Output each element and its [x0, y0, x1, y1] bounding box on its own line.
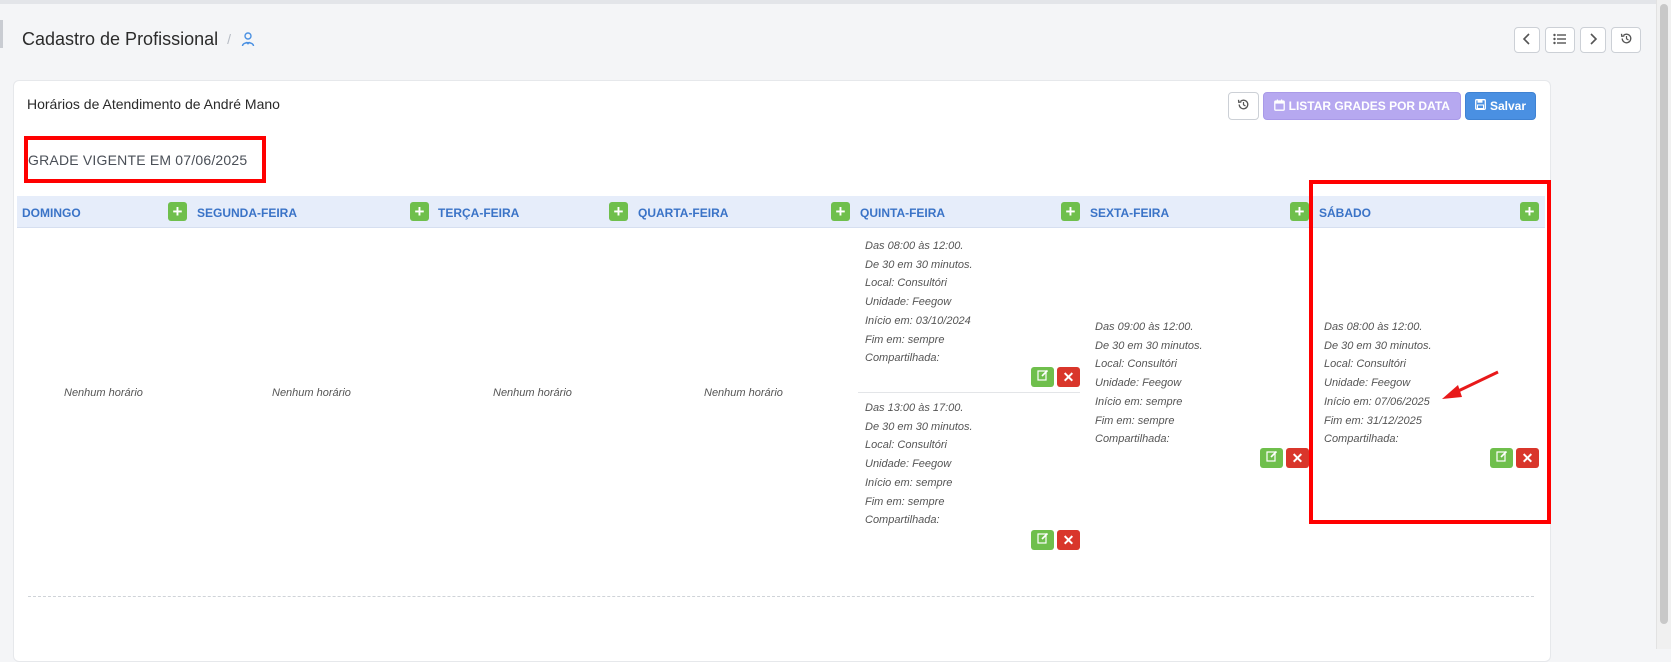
add-slot-button-quinta[interactable]: +	[1061, 202, 1080, 221]
slot-unit: Unidade: Feegow	[865, 296, 952, 309]
slot-shared: Compartilhada:	[1095, 433, 1170, 446]
day-header-quarta: QUARTA-FEIRA	[638, 206, 729, 220]
breadcrumb-separator: /	[227, 31, 231, 47]
history-button[interactable]	[1227, 92, 1259, 120]
save-icon	[1475, 99, 1486, 113]
slot-shared: Compartilhada:	[865, 514, 940, 527]
delete-slot-button[interactable]: ✕	[1057, 367, 1080, 387]
panel-actions: LISTAR GRADES POR DATA Salvar	[1227, 92, 1536, 120]
day-header-sexta: SEXTA-FEIRA	[1090, 206, 1170, 220]
slot-location: Local: Consultóri	[865, 277, 947, 290]
scrollbar[interactable]	[1656, 0, 1671, 649]
previous-button[interactable]	[1514, 27, 1540, 53]
save-button[interactable]: Salvar	[1464, 92, 1536, 120]
save-label: Salvar	[1489, 99, 1526, 113]
highlight-box-grade	[24, 136, 266, 183]
day-header-quinta: QUINTA-FEIRA	[860, 206, 946, 220]
slot-time: Das 09:00 às 12:00.	[1095, 321, 1194, 333]
schedule-slot: Das 13:00 às 17:00. De 30 em 30 minutos.…	[865, 399, 973, 530]
slot-shared: Compartilhada:	[865, 352, 940, 365]
page-header: Cadastro de Profissional /	[22, 26, 256, 52]
list-icon	[1553, 32, 1567, 48]
edit-slot-button[interactable]	[1260, 448, 1283, 468]
slot-interval: De 30 em 30 minutos.	[1095, 339, 1203, 352]
slot-unit: Unidade: Feegow	[1095, 377, 1182, 390]
slot-unit: Unidade: Feegow	[865, 458, 952, 471]
next-button[interactable]	[1580, 27, 1606, 53]
empty-slot-text: Nenhum horário	[64, 387, 143, 399]
list-button[interactable]	[1545, 27, 1575, 53]
chevron-left-icon	[1522, 32, 1532, 48]
empty-slot-text: Nenhum horário	[493, 387, 572, 399]
day-header-domingo: DOMINGO	[22, 206, 81, 220]
divider	[28, 596, 1534, 597]
page-title: Cadastro de Profissional	[22, 28, 219, 49]
history-button[interactable]	[1611, 27, 1641, 53]
schedule-slot: Das 08:00 às 12:00. De 30 em 30 minutos.…	[865, 237, 973, 368]
edit-icon	[1036, 368, 1049, 386]
edit-slot-button[interactable]	[1031, 530, 1054, 550]
day-header-terca: TERÇA-FEIRA	[438, 206, 520, 220]
slot-divider	[858, 392, 1080, 393]
annotation-arrow-icon	[1442, 370, 1499, 399]
slot-start: Início em: sempre	[1095, 395, 1183, 408]
add-slot-button-segunda[interactable]: +	[410, 202, 429, 221]
slot-start: Início em: 03/10/2024	[865, 314, 971, 327]
highlight-box-sabado	[1309, 180, 1551, 524]
user-doctor-icon[interactable]	[240, 31, 256, 47]
slot-location: Local: Consultóri	[1095, 358, 1177, 371]
calendar-icon	[1273, 99, 1285, 114]
slot-end: Fim em: sempre	[1095, 414, 1175, 427]
delete-slot-button[interactable]: ✕	[1286, 448, 1309, 468]
schedule-slot: Das 09:00 às 12:00. De 30 em 30 minutos.…	[1095, 318, 1203, 449]
slot-interval: De 30 em 30 minutos.	[865, 420, 973, 433]
scrollbar-thumb[interactable]	[1660, 4, 1668, 624]
slot-time: Das 08:00 às 12:00.	[865, 240, 964, 252]
panel-title: Horários de Atendimento de André Mano	[27, 96, 280, 112]
empty-slot-text: Nenhum horário	[272, 387, 351, 399]
list-grades-label: LISTAR GRADES POR DATA	[1288, 99, 1450, 113]
add-slot-button-domingo[interactable]: +	[168, 202, 187, 221]
add-slot-button-sexta[interactable]: +	[1290, 202, 1309, 221]
history-icon	[1620, 32, 1633, 48]
add-slot-button-terca[interactable]: +	[609, 202, 628, 221]
day-header-segunda: SEGUNDA-FEIRA	[197, 206, 298, 220]
history-icon	[1237, 98, 1250, 114]
top-bar	[0, 0, 1671, 4]
delete-slot-button[interactable]: ✕	[1057, 530, 1080, 550]
add-slot-button-quarta[interactable]: +	[831, 202, 850, 221]
edit-slot-button[interactable]	[1031, 367, 1054, 387]
slot-end: Fim em: sempre	[865, 495, 945, 508]
slot-location: Local: Consultóri	[865, 439, 947, 452]
sidebar-edge	[0, 20, 3, 48]
list-grades-button[interactable]: LISTAR GRADES POR DATA	[1262, 92, 1461, 120]
chevron-right-icon	[1588, 32, 1598, 48]
slot-interval: De 30 em 30 minutos.	[865, 258, 973, 271]
empty-slot-text: Nenhum horário	[704, 387, 783, 399]
slot-start: Início em: sempre	[865, 476, 953, 489]
edit-icon	[1036, 531, 1049, 549]
slot-time: Das 13:00 às 17:00.	[865, 402, 964, 414]
slot-end: Fim em: sempre	[865, 333, 945, 346]
record-navigation	[1514, 27, 1641, 53]
edit-icon	[1265, 449, 1278, 467]
